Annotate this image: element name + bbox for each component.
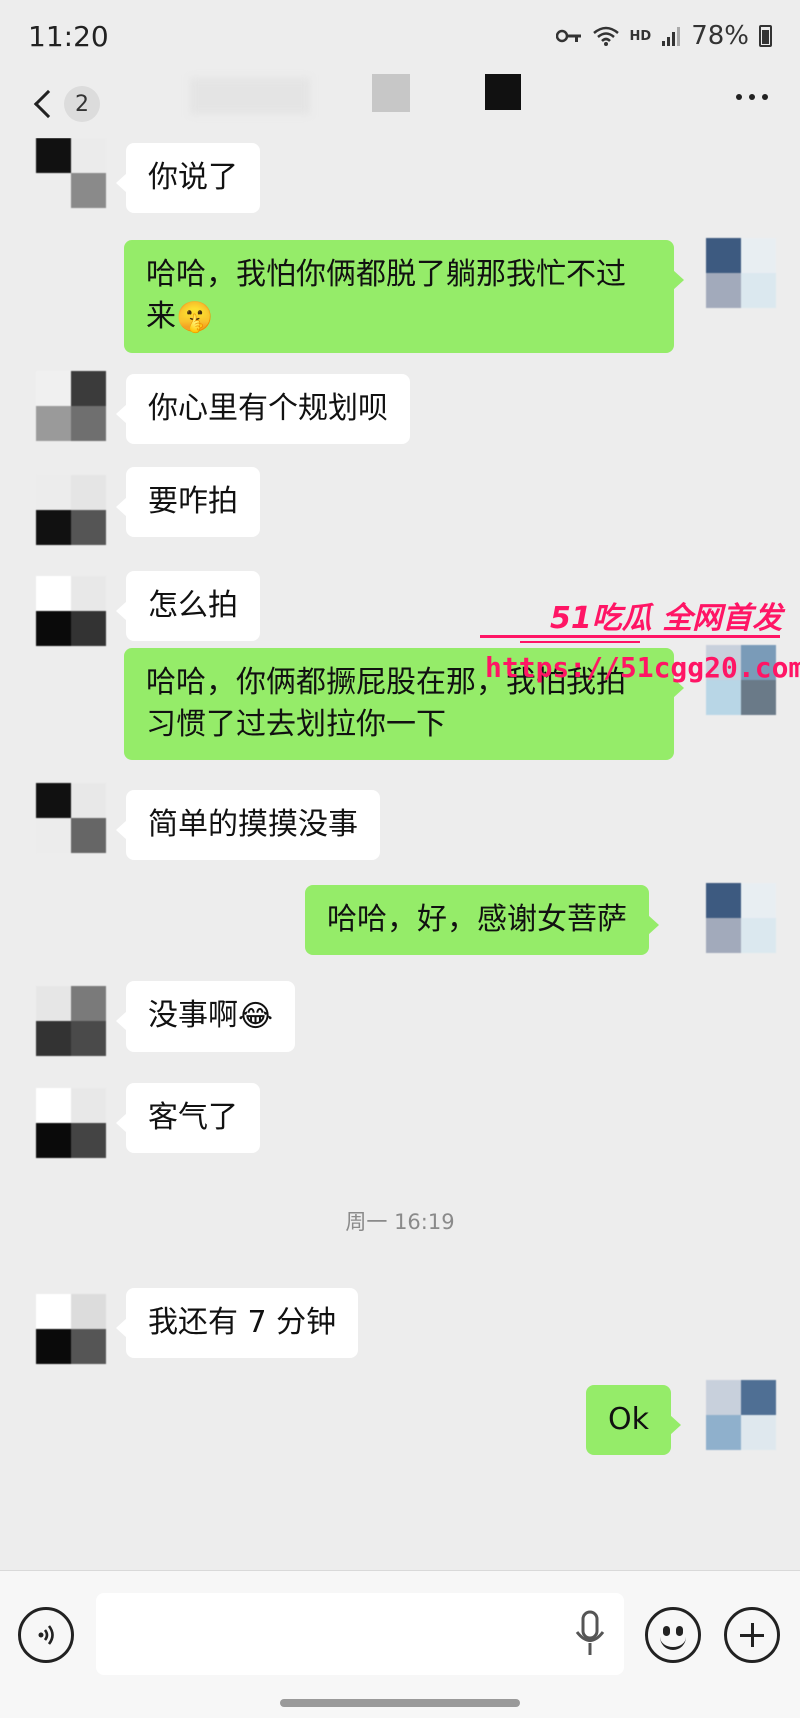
chat-title-blurred [190, 78, 310, 114]
message-text: 来 [146, 299, 176, 334]
message-text: 你心里有个规划呗 [148, 391, 388, 426]
contact-avatar[interactable] [36, 475, 106, 545]
message-text: 哈哈，我怕你俩都脱了躺那我忙不过 [146, 257, 626, 292]
chat-title-mosaic [372, 74, 410, 112]
status-time: 11:20 [28, 19, 109, 53]
watermark-url: https://51cgg20.com [485, 651, 800, 684]
emoji-button[interactable] [645, 1607, 701, 1663]
my-avatar[interactable] [706, 238, 776, 308]
message-input[interactable] [96, 1593, 624, 1675]
contact-avatar[interactable] [36, 1088, 106, 1158]
emoji-icon-mouth [660, 1636, 686, 1650]
message-bubble-incoming[interactable]: 怎么拍 [116, 571, 260, 641]
plus-icon[interactable] [724, 1607, 780, 1663]
watermark-decor-line [480, 635, 780, 643]
message-bubble-incoming[interactable]: 简单的摸摸没事 [116, 790, 380, 860]
message-text: 我还有 7 分钟 [148, 1305, 337, 1340]
signal-icon [662, 27, 681, 46]
my-avatar[interactable] [706, 1380, 776, 1450]
message-text: 习惯了过去划拉你一下 [146, 707, 446, 742]
watermark-brand: 51吃瓜 全网首发 [550, 601, 783, 636]
contact-avatar[interactable] [36, 576, 106, 646]
message-text: 要咋拍 [148, 484, 238, 519]
message-bubble-outgoing[interactable]: 哈哈，我怕你俩都脱了躺那我忙不过 来🤫 [124, 240, 684, 353]
microphone-icon[interactable] [572, 1609, 608, 1659]
battery-icon [759, 25, 772, 47]
status-icons: HD 78% [555, 21, 772, 51]
message-bubble-outgoing[interactable]: Ok [586, 1385, 681, 1455]
contact-avatar[interactable] [36, 371, 106, 441]
message-bubble-incoming[interactable]: 你心里有个规划呗 [116, 374, 410, 444]
chat-header: 2 [0, 72, 800, 138]
message-text: 客气了 [148, 1100, 238, 1135]
vpn-key-icon [555, 29, 581, 43]
network-type-label: HD [629, 28, 652, 44]
voice-button[interactable] [18, 1607, 74, 1663]
message-bubble-incoming[interactable]: 要咋拍 [116, 467, 260, 537]
contact-avatar[interactable] [36, 138, 106, 208]
input-bar [0, 1570, 800, 1718]
message-text: 没事啊 [148, 998, 238, 1033]
wifi-icon [592, 26, 619, 46]
contact-avatar[interactable] [36, 783, 106, 853]
chat-title-mosaic [485, 74, 521, 110]
message-bubble-incoming[interactable]: 你说了 [116, 143, 260, 213]
message-text: 简单的摸摸没事 [148, 807, 358, 842]
battery-percent: 78% [691, 21, 749, 51]
laughing-tears-emoji-icon: 😂 [238, 998, 274, 1034]
shushing-face-emoji-icon: 🤫 [176, 299, 214, 335]
message-text: 怎么拍 [148, 588, 238, 623]
message-list[interactable]: 你说了 哈哈，我怕你俩都脱了躺那我忙不过 来🤫 你心里有个规划呗 要咋拍 怎么拍… [0, 138, 800, 1570]
timestamp: 周一 16:19 [345, 1210, 455, 1234]
message-bubble-outgoing[interactable]: 哈哈，好，感谢女菩萨 [305, 885, 659, 955]
emoji-icon [663, 1626, 670, 1636]
emoji-icon-eye [676, 1626, 683, 1636]
unread-count-badge[interactable]: 2 [64, 86, 100, 122]
message-bubble-incoming[interactable]: 客气了 [116, 1083, 260, 1153]
contact-avatar[interactable] [36, 1294, 106, 1364]
voice-icon [38, 1625, 54, 1645]
back-chevron-icon [33, 89, 63, 119]
watermark: 51吃瓜 全网首发 https://51cgg20.com [470, 593, 800, 693]
message-text: 你说了 [148, 160, 238, 195]
home-indicator[interactable] [280, 1699, 520, 1707]
message-bubble-incoming[interactable]: 没事啊😂 [115, 981, 296, 1052]
my-avatar[interactable] [706, 883, 776, 953]
more-dots-icon[interactable] [736, 94, 768, 100]
message-text: Ok [608, 1402, 649, 1437]
status-bar: 11:20 HD 78% [0, 0, 800, 72]
contact-avatar[interactable] [36, 986, 106, 1056]
message-bubble-incoming[interactable]: 我还有 7 分钟 [115, 1288, 359, 1358]
message-text: 哈哈，好，感谢女菩萨 [327, 902, 627, 937]
back-button[interactable] [28, 84, 68, 124]
